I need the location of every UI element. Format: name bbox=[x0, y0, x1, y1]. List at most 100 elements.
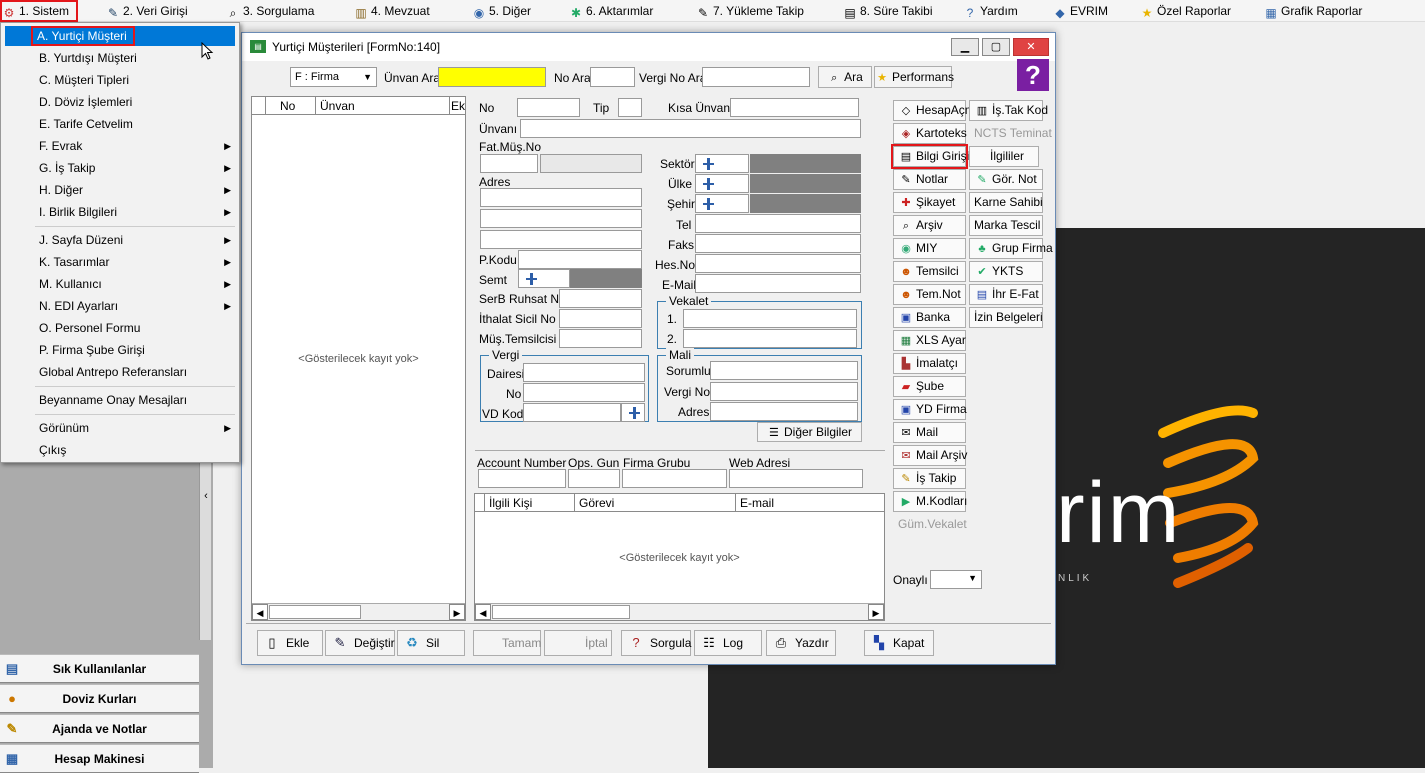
sidebar-exchange-rates-button[interactable]: ● Doviz Kurları bbox=[0, 684, 199, 713]
m-kodlari-button[interactable]: ▶ M.Kodları bbox=[893, 491, 967, 512]
contact-grid[interactable]: İlgili Kişi Görevi E-mail <Gösterilecek … bbox=[474, 493, 885, 621]
sektor-lookup-button[interactable] bbox=[695, 154, 749, 173]
serb-ruhsat-no-input[interactable] bbox=[559, 289, 642, 308]
izin-belgeleri-button[interactable]: İzin Belgeleri bbox=[969, 307, 1043, 328]
degistir-button[interactable]: ✎ Değiştir bbox=[325, 630, 395, 656]
karne-sahibi-button[interactable]: Karne Sahibi bbox=[969, 192, 1043, 213]
menu-item-personel-formu[interactable]: O. Personel Formu bbox=[5, 318, 235, 338]
menu-item-evrak[interactable]: F. Evrak ▶ bbox=[5, 136, 235, 156]
search-button[interactable]: ⌕ Ara bbox=[818, 66, 872, 88]
is-takip-button[interactable]: ✎ İş Takip bbox=[893, 468, 966, 489]
menu-sure-takibi[interactable]: ▤ 8. Süre Takibi bbox=[843, 2, 932, 20]
e-mail-input[interactable] bbox=[695, 274, 861, 293]
menu-grafik-raporlar[interactable]: ▦ Grafik Raporlar bbox=[1264, 2, 1362, 20]
sikayet-button[interactable]: ✚ Şikayet bbox=[893, 192, 966, 213]
sidebar-calculator-button[interactable]: ▦ Hesap Makinesi bbox=[0, 744, 199, 773]
ulke-lookup-button[interactable] bbox=[695, 174, 749, 193]
log-button[interactable]: ☷ Log bbox=[694, 630, 762, 656]
performance-button[interactable]: ★ Performans bbox=[874, 66, 954, 88]
tip-input[interactable] bbox=[618, 98, 642, 117]
close-button[interactable]: ✕ bbox=[1013, 38, 1049, 56]
sube-button[interactable]: ▰ Şube bbox=[893, 376, 966, 397]
menu-item-tasarimlar[interactable]: K. Tasarımlar ▶ bbox=[5, 252, 235, 272]
sidebar-agenda-button[interactable]: ✎ Ajanda ve Notlar bbox=[0, 714, 199, 743]
help-icon[interactable]: ? bbox=[1017, 59, 1049, 91]
ihr-e-fat-button[interactable]: ▤ İhr E-Fat bbox=[969, 284, 1043, 305]
adres-line-2[interactable] bbox=[480, 209, 642, 228]
column-ilgili-kisi[interactable]: İlgili Kişi bbox=[485, 494, 575, 512]
menu-diger[interactable]: ◉ 5. Diğer bbox=[472, 2, 531, 20]
firma-grubu-input[interactable] bbox=[622, 469, 727, 488]
fat-mus-no-input[interactable] bbox=[480, 154, 538, 173]
mus-temsilcisi-input[interactable] bbox=[559, 329, 642, 348]
vergi-dairesi-input[interactable] bbox=[523, 363, 645, 382]
hes-no-input[interactable] bbox=[695, 254, 861, 273]
kartoteks-button[interactable]: ◈ Kartoteks bbox=[893, 123, 967, 144]
menu-item-tarife-cetvelim[interactable]: E. Tarife Cetvelim bbox=[5, 114, 235, 134]
menu-item-kullanici[interactable]: M. Kullanıcı ▶ bbox=[5, 274, 235, 294]
collapse-arrow-icon[interactable]: ‹ bbox=[200, 486, 212, 506]
minimize-button[interactable]: ▁ bbox=[951, 38, 979, 56]
hesap-acm-button[interactable]: ◇ HesapAçm bbox=[893, 100, 975, 121]
mail-button[interactable]: ✉ Mail bbox=[893, 422, 966, 443]
menu-ozel-raporlar[interactable]: ★ Özel Raporlar bbox=[1140, 2, 1231, 20]
unvan-search-input[interactable] bbox=[438, 67, 546, 87]
vergi-no-search-input[interactable] bbox=[702, 67, 810, 87]
xls-ayar-button[interactable]: ▦ XLS Ayar bbox=[893, 330, 966, 351]
kapat-button[interactable]: ▚ Kapat bbox=[864, 630, 934, 656]
faks-input[interactable] bbox=[695, 234, 861, 253]
mail-arsiv-button[interactable]: ✉ Mail Arşiv bbox=[893, 445, 967, 466]
menu-yukleme-takip[interactable]: ✎ 7. Yükleme Takip bbox=[696, 2, 804, 20]
menu-item-sayfa-duzeni[interactable]: J. Sayfa Düzeni ▶ bbox=[5, 230, 235, 250]
menu-aktarimlar[interactable]: ✱ 6. Aktarımlar bbox=[569, 2, 653, 20]
menu-item-musteri-tipleri[interactable]: C. Müşteri Tipleri bbox=[5, 70, 235, 90]
horizontal-scrollbar[interactable]: ◀ ▶ bbox=[252, 603, 465, 620]
menu-sorgulama[interactable]: ⌕ 3. Sorgulama bbox=[226, 2, 315, 20]
customer-list-grid[interactable]: No Ünvan Ek <Gösterilecek kayıt yok> ◀ ▶ bbox=[251, 96, 466, 621]
yazdir-button[interactable]: ⎙ Yazdır bbox=[766, 630, 836, 656]
menu-item-global-antrepo[interactable]: Global Antrepo Referansları bbox=[5, 362, 235, 382]
imalatci-button[interactable]: ▙ İmalatçı bbox=[893, 353, 966, 374]
menu-item-birlik-bilgileri[interactable]: I. Birlik Bilgileri ▶ bbox=[5, 202, 235, 222]
menu-item-doviz-islemleri[interactable]: D. Döviz İşlemleri bbox=[5, 92, 235, 112]
menu-item-cikis[interactable]: Çıkış bbox=[5, 440, 235, 460]
mali-adres-input[interactable] bbox=[710, 402, 858, 421]
ykts-button[interactable]: ✔ YKTS bbox=[969, 261, 1043, 282]
account-number-input[interactable] bbox=[478, 469, 566, 488]
vd-kod-lookup-button[interactable] bbox=[621, 403, 645, 422]
sidebar-favorites-button[interactable]: ▤ Sık Kullanılanlar bbox=[0, 654, 199, 683]
marka-tescil-button[interactable]: Marka Tescil bbox=[969, 215, 1043, 236]
ithalat-sicil-no-input[interactable] bbox=[559, 309, 642, 328]
sehir-lookup-button[interactable] bbox=[695, 194, 749, 213]
column-ek[interactable]: Ek bbox=[450, 97, 465, 115]
scroll-thumb[interactable] bbox=[269, 605, 361, 619]
column-no[interactable]: No bbox=[266, 97, 316, 115]
vd-kod-input[interactable] bbox=[523, 403, 621, 422]
ilgililer-button[interactable]: İlgililer bbox=[969, 146, 1039, 167]
temsilci-button[interactable]: ☻ Temsilci bbox=[893, 261, 966, 282]
tel-input[interactable] bbox=[695, 214, 861, 233]
column-e-mail[interactable]: E-mail bbox=[736, 494, 884, 512]
adres-line-3[interactable] bbox=[480, 230, 642, 249]
maximize-button[interactable]: ▢ bbox=[982, 38, 1010, 56]
adres-line-1[interactable] bbox=[480, 188, 642, 207]
menu-item-gorunum[interactable]: Görünüm ▶ bbox=[5, 418, 235, 438]
no-input[interactable] bbox=[517, 98, 580, 117]
menu-yardim[interactable]: ? Yardım bbox=[963, 2, 1018, 20]
mali-vergi-no-input[interactable] bbox=[710, 382, 858, 401]
sorgula-button[interactable]: ? Sorgula bbox=[621, 630, 691, 656]
no-search-input[interactable] bbox=[590, 67, 635, 87]
onayli-select[interactable]: ▼ bbox=[930, 570, 982, 589]
p-kodu-input[interactable] bbox=[518, 250, 642, 269]
contact-horizontal-scrollbar[interactable]: ◀ ▶ bbox=[475, 603, 884, 620]
vergi-no-input[interactable] bbox=[523, 383, 645, 402]
ekle-button[interactable]: ▯ Ekle bbox=[257, 630, 323, 656]
menu-item-edi-ayarlari[interactable]: N. EDI Ayarları ▶ bbox=[5, 296, 235, 316]
menu-item-is-takip[interactable]: G. İş Takip ▶ bbox=[5, 158, 235, 178]
menu-sistem[interactable]: ⚙ 1. Sistem bbox=[0, 0, 78, 22]
web-adresi-input[interactable] bbox=[729, 469, 863, 488]
vekalet-1-input[interactable] bbox=[683, 309, 857, 328]
yd-firma-button[interactable]: ▣ YD Firma bbox=[893, 399, 967, 420]
scroll-right-icon[interactable]: ▶ bbox=[449, 604, 465, 620]
grup-firma-button[interactable]: ♣ Grup Firma bbox=[969, 238, 1053, 259]
